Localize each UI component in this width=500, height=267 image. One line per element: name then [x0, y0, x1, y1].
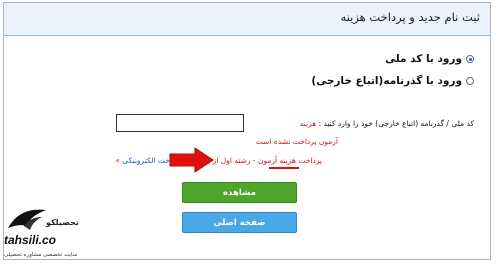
not-paid-message: آزمون پرداخت نشده است	[255, 137, 338, 146]
bird-logo-icon	[8, 209, 46, 230]
logo-subtitle: سایت تخصصی مشاوره تحصیلی	[4, 252, 78, 258]
logo-domain: tahsili.co	[4, 233, 57, 247]
radio-passport[interactable]	[466, 77, 474, 85]
required-mark: هزینه	[299, 119, 317, 128]
panel-header: ثبت نام جدید و پرداخت هزینه	[4, 3, 490, 36]
national-code-input[interactable]	[116, 114, 244, 132]
red-arrow-icon	[169, 147, 214, 173]
page-title: ثبت نام جدید و پرداخت هزینه	[340, 10, 480, 24]
radio-national-code[interactable]	[466, 55, 474, 63]
view-button[interactable]: مشاهده	[182, 182, 297, 203]
tahsilico-logo: تحصیلکو tahsili.co سایت تخصصی مشاوره تحص…	[0, 206, 98, 264]
id-field-label-text: کد ملی / گذرنامه (اتباع خارجی) خود را وا…	[318, 119, 474, 128]
option-passport[interactable]: ورود با گذرنامه(اتباع خارجی)	[311, 75, 474, 87]
option-national-code[interactable]: ورود با کد ملی	[385, 53, 474, 65]
bullet-mark: »	[115, 156, 120, 165]
option-national-code-label: ورود با کد ملی	[385, 53, 462, 65]
logo-fa-name: تحصیلکو	[46, 218, 79, 227]
option-passport-label: ورود با گذرنامه(اتباع خارجی)	[311, 75, 462, 87]
payment-message: پرداخت هزینه آزمون - رشته اول از یک گروه…	[115, 156, 322, 165]
id-field-label: کد ملی / گذرنامه (اتباع خارجی) خود را وا…	[300, 119, 474, 128]
home-button[interactable]: صفحه اصلی	[182, 212, 297, 233]
highlight-underline	[269, 167, 299, 169]
